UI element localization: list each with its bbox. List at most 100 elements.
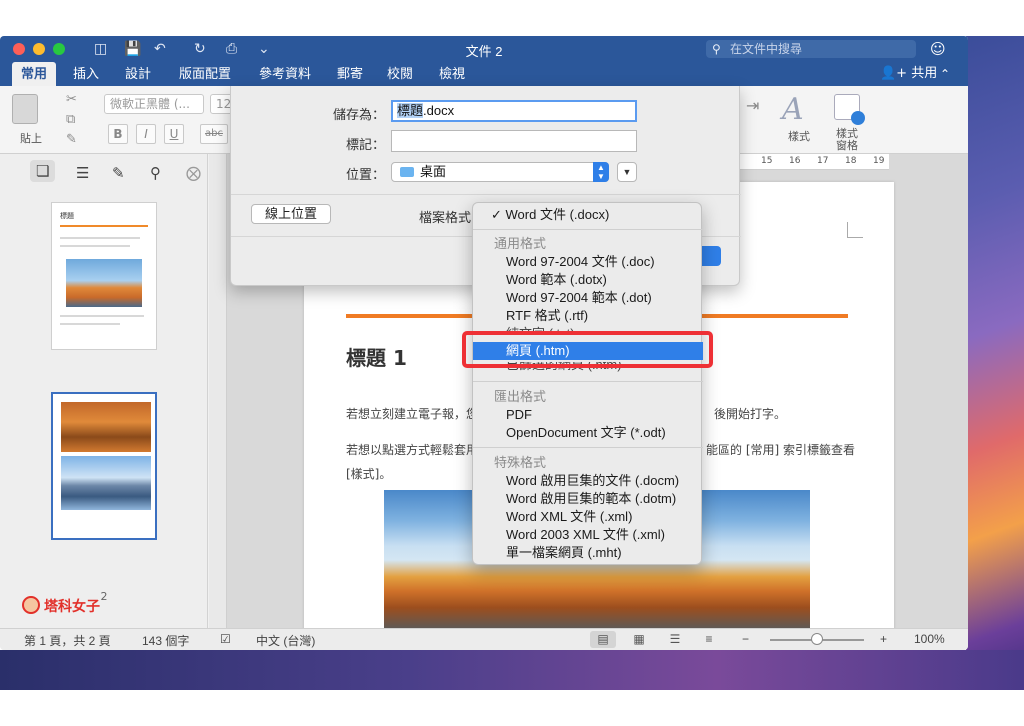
word-count[interactable]: 143 個字 [142, 632, 189, 649]
paragraph-2-start[interactable]: 若想以點選方式輕鬆套用 [346, 438, 478, 462]
web-layout-button[interactable]: ▦ [626, 631, 652, 648]
thumb-text-line [60, 323, 120, 325]
document-heading[interactable]: 標題 1 [346, 342, 407, 371]
menu-header-special: 特殊格式 [494, 455, 547, 470]
file-format-label: 檔案格式 [419, 210, 472, 225]
menu-item-docx[interactable]: ✓ Word 文件 (.docx) [473, 206, 703, 224]
location-select[interactable]: 桌面 ▲ ▼ [391, 162, 609, 182]
menu-item-pdf[interactable]: PDF [473, 406, 703, 424]
collapse-ribbon-icon[interactable]: ⌃ [940, 62, 950, 86]
font-name-select[interactable]: 微軟正黑體 (... [104, 94, 204, 114]
outline-button[interactable]: ☰ [662, 631, 688, 648]
page-thumbnail-2[interactable] [51, 392, 157, 540]
search-placeholder: 在文件中搜尋 [730, 42, 803, 56]
paragraph-2-end[interactable]: 能區的 [常用] 索引標籤查看 [706, 438, 855, 462]
menu-item-rtf[interactable]: RTF 格式 (.rtf) [473, 307, 703, 325]
styles-label: 樣式 [788, 130, 810, 143]
strikethrough-button[interactable]: abc [200, 124, 228, 144]
paste-label: 貼上 [20, 132, 42, 145]
folder-icon [400, 167, 414, 177]
styles-icon[interactable]: A [782, 92, 804, 127]
ribbon-tabs: 常用 插入 設計 版面配置 參考資料 郵寄 校閱 檢視 👤+ 共用 ⌃ [0, 62, 968, 86]
page-thumbnail-1[interactable]: 標題 [51, 202, 157, 350]
underline-button[interactable]: U [164, 124, 184, 144]
italic-button[interactable]: I [136, 124, 156, 144]
ruler-tick: 18 [845, 156, 857, 166]
outline-view-icon[interactable]: ☰ [76, 164, 89, 182]
zoom-out-button[interactable]: − [742, 632, 749, 646]
tab-design[interactable]: 設計 [118, 62, 158, 86]
close-pane-icon[interactable]: ⨂ [186, 164, 201, 182]
language[interactable]: 中文 (台灣) [256, 632, 315, 649]
zoom-percent[interactable]: 100% [914, 632, 945, 646]
wallpaper-bottom [0, 650, 1024, 690]
search-pane-icon[interactable]: ⚲ [150, 164, 161, 182]
thumb-text-line [60, 237, 140, 239]
ruler-tick: 15 [761, 156, 773, 166]
expand-dialog-button[interactable]: ▼ [617, 162, 637, 182]
menu-item-dotx[interactable]: Word 範本 (.dotx) [473, 271, 703, 289]
ruler-tick: 16 [789, 156, 801, 166]
file-format-menu: ✓ Word 文件 (.docx) 通用格式 Word 97-2004 文件 (… [472, 202, 703, 565]
menu-item-dot[interactable]: Word 97-2004 範本 (.dot) [473, 289, 703, 307]
zoom-in-button[interactable]: + [880, 632, 887, 646]
menu-item-xml-2003[interactable]: Word 2003 XML 文件 (.xml) [473, 526, 703, 544]
zoom-slider-knob[interactable] [811, 633, 823, 645]
wallpaper [966, 36, 1024, 690]
draft-button[interactable]: ≡ [696, 631, 722, 648]
paragraph-2-line2[interactable]: [樣式]。 [346, 462, 391, 486]
tab-insert[interactable]: 插入 [66, 62, 106, 86]
title-bar: ◫ 💾 ↶ ↻ ⎙ ⌄ 文件 2 ⚲ 在文件中搜尋 ☺ [0, 36, 968, 62]
thumb-image [61, 402, 151, 452]
thumbnails-view-icon[interactable]: ❏ [30, 160, 56, 182]
page-count[interactable]: 第 1 頁，共 2 頁 [24, 632, 111, 649]
cut-icon[interactable]: ✂ [66, 92, 77, 107]
filename-field[interactable]: 標題.docx [391, 100, 637, 122]
menu-header-export: 匯出格式 [494, 389, 547, 404]
bold-button[interactable]: B [108, 124, 128, 144]
format-painter-icon[interactable]: ✎ [66, 132, 77, 147]
share-label: 共用 [911, 66, 938, 81]
thumb-title: 標題 [60, 212, 74, 220]
feedback-smiley-icon[interactable]: ☺ [930, 40, 946, 58]
menu-header-common: 通用格式 [494, 236, 547, 251]
menu-item-xml[interactable]: Word XML 文件 (.xml) [473, 508, 703, 526]
text-direction-icon[interactable]: ⇥ [746, 96, 759, 115]
tab-home[interactable]: 常用 [12, 62, 56, 86]
search-input[interactable]: ⚲ 在文件中搜尋 [706, 40, 916, 58]
edit-view-icon[interactable]: ✎ [112, 164, 125, 182]
menu-item-odt[interactable]: OpenDocument 文字 (*.odt) [473, 424, 703, 442]
menu-divider [473, 229, 703, 230]
ruler-tick: 19 [873, 156, 885, 166]
menu-item-dotm[interactable]: Word 啟用巨集的範本 (.dotm) [473, 490, 703, 508]
tab-mailings[interactable]: 郵寄 [330, 62, 370, 86]
online-locations-button[interactable]: 線上位置 [251, 204, 331, 224]
filename-selection: 標題 [397, 103, 424, 118]
search-icon: ⚲ [712, 42, 721, 56]
paragraph-1-start[interactable]: 若想立刻建立電子報，您 [346, 402, 478, 426]
navigation-pane: ❏ ☰ ✎ ⚲ ⨂ 標題 1 2 塔科女子 [0, 154, 208, 628]
tags-field[interactable] [391, 130, 637, 152]
styles-pane-icon[interactable] [834, 94, 865, 125]
share-button[interactable]: 👤+ 共用 [880, 62, 937, 86]
paste-icon[interactable] [12, 94, 38, 124]
menu-divider [473, 447, 703, 448]
paragraph-1-end[interactable]: 後開始打字。 [714, 402, 786, 426]
copy-icon[interactable]: ⧉ [66, 112, 75, 127]
menu-item-mht[interactable]: 單一檔案網頁 (.mht) [473, 544, 703, 562]
tab-view[interactable]: 檢視 [432, 62, 472, 86]
brand-name: 塔科女子 [44, 599, 100, 615]
vertical-ruler [209, 154, 227, 628]
thumb-text-line [60, 245, 130, 247]
tab-review[interactable]: 校閱 [380, 62, 420, 86]
save-button[interactable] [701, 246, 721, 266]
thumb-rule [60, 225, 148, 227]
ruler-tick: 17 [817, 156, 829, 166]
print-layout-button[interactable]: ▤ [590, 631, 616, 648]
tab-references[interactable]: 參考資料 [252, 62, 318, 86]
tab-layout[interactable]: 版面配置 [172, 62, 238, 86]
divider [231, 194, 741, 195]
proofing-icon[interactable]: ☑ [220, 632, 231, 646]
menu-item-doc[interactable]: Word 97-2004 文件 (.doc) [473, 253, 703, 271]
menu-item-docm[interactable]: Word 啟用巨集的文件 (.docm) [473, 472, 703, 490]
